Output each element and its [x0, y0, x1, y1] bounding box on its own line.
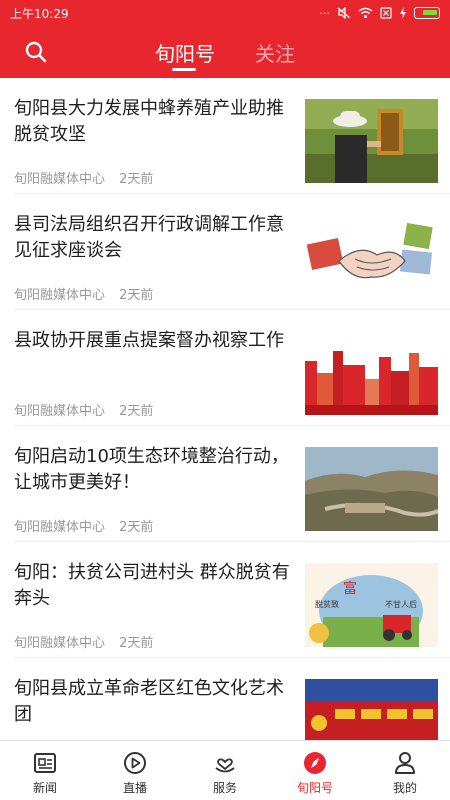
article-time: 2天前 — [119, 172, 154, 187]
heart-hand-icon — [215, 758, 235, 773]
nav-mine[interactable]: 我的 — [360, 741, 450, 800]
nav-label: 旬阳号 — [296, 781, 333, 795]
article-item[interactable]: 旬阳县大力发展中蜂养殖产业助推脱贫攻坚 旬阳融媒体中心 2天前 — [0, 78, 450, 194]
article-meta: 旬阳融媒体中心 2天前 — [14, 284, 163, 303]
mute-icon — [337, 7, 351, 19]
article-title: 旬阳县大力发展中蜂养殖产业助推脱贫攻坚 — [14, 98, 284, 145]
play-icon — [124, 752, 146, 774]
nav-label: 服务 — [212, 781, 237, 795]
charging-icon — [400, 7, 406, 19]
article-item[interactable]: 旬阳：扶贫公司进村头 群众脱贫有奔头 旬阳融媒体中心 2天前 脱贫致 富 不甘人… — [0, 542, 450, 658]
article-item[interactable]: 县政协开展重点提案督办视察工作 旬阳融媒体中心 2天前 — [0, 310, 450, 426]
article-title: 旬阳：扶贫公司进村头 群众脱贫有奔头 — [14, 562, 290, 609]
article-source: 旬阳融媒体中心 — [14, 172, 106, 187]
article-meta: 旬阳融媒体中心 2天前 — [14, 400, 163, 419]
article-list[interactable]: 旬阳县大力发展中蜂养殖产业助推脱贫攻坚 旬阳融媒体中心 2天前 县司法局组织召开… — [0, 78, 450, 740]
nav-xunyanghao[interactable]: 旬阳号 — [270, 741, 360, 800]
article-meta: 旬阳融媒体中心 2天前 — [14, 168, 163, 187]
article-source: 旬阳融媒体中心 — [14, 288, 106, 303]
bottom-nav: 新闻 直播 服务 旬阳号 我的 — [0, 740, 450, 800]
battery-icon — [414, 7, 440, 19]
article-thumbnail — [305, 447, 438, 531]
article-meta: 旬阳融媒体中心 2天前 — [14, 516, 163, 535]
nav-live[interactable]: 直播 — [90, 741, 180, 800]
article-title: 县政协开展重点提案督办视察工作 — [14, 330, 284, 351]
article-source: 旬阳融媒体中心 — [14, 520, 106, 535]
tab-follow[interactable]: 关注 — [255, 38, 295, 67]
article-title: 旬阳县成立革命老区红色文化艺术团 — [14, 678, 284, 725]
tab-xunyanghao[interactable]: 旬阳号 — [155, 38, 215, 67]
article-time: 2天前 — [119, 404, 154, 419]
nav-service[interactable]: 服务 — [180, 741, 270, 800]
active-tab-indicator — [172, 68, 196, 71]
article-title: 县司法局组织召开行政调解工作意见征求座谈会 — [14, 214, 284, 261]
article-thumbnail: 脱贫致 富 不甘人后 — [305, 563, 438, 647]
article-meta: 旬阳融媒体中心 2天前 — [14, 632, 163, 651]
article-source: 旬阳融媒体中心 — [14, 636, 106, 651]
article-time: 2天前 — [119, 636, 154, 651]
sim-icon — [380, 7, 392, 19]
article-item[interactable]: 旬阳县成立革命老区红色文化艺术团 — [0, 658, 450, 740]
article-thumbnail — [305, 679, 438, 740]
person-icon — [395, 752, 415, 774]
article-title: 旬阳启动10项生态环境整治行动，让城市更美好！ — [14, 446, 289, 493]
compass-icon — [304, 752, 326, 774]
article-thumbnail — [305, 215, 438, 299]
news-icon — [34, 753, 56, 773]
more-dots-icon: ··· — [319, 6, 331, 20]
thumb-caption-2: 富 — [343, 580, 357, 597]
top-bar: 旬阳号 关注 — [0, 26, 450, 78]
article-thumbnail — [305, 99, 438, 183]
article-time: 2天前 — [119, 288, 154, 303]
nav-news[interactable]: 新闻 — [0, 741, 90, 800]
thumb-caption-3: 不甘人后 — [385, 599, 417, 609]
nav-label: 直播 — [122, 781, 147, 795]
status-bar: 上午10:29 ··· — [0, 0, 450, 26]
thumb-caption-1: 脱贫致 — [315, 599, 339, 609]
article-time: 2天前 — [119, 520, 154, 535]
wifi-icon — [358, 7, 373, 18]
article-source: 旬阳融媒体中心 — [14, 404, 106, 419]
article-thumbnail — [305, 331, 438, 415]
nav-label: 新闻 — [32, 781, 57, 795]
status-time: 上午10:29 — [10, 6, 69, 21]
article-item[interactable]: 旬阳启动10项生态环境整治行动，让城市更美好！ 旬阳融媒体中心 2天前 — [0, 426, 450, 542]
search-icon[interactable] — [24, 40, 48, 64]
article-item[interactable]: 县司法局组织召开行政调解工作意见征求座谈会 旬阳融媒体中心 2天前 — [0, 194, 450, 310]
nav-label: 我的 — [392, 781, 417, 795]
